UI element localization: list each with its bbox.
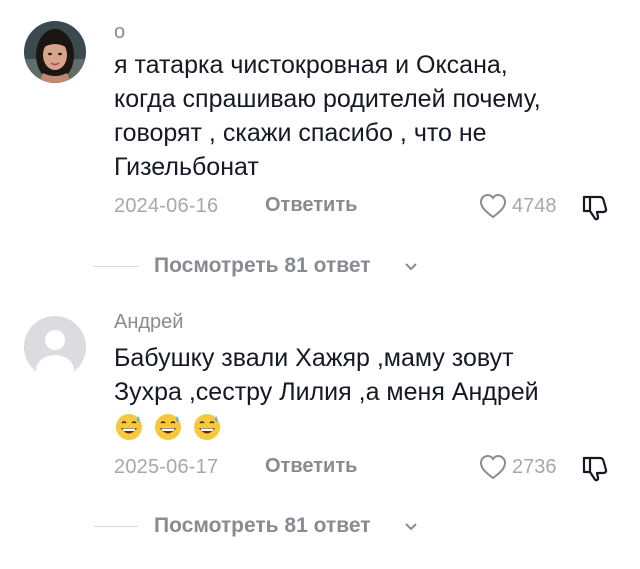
comment-text-line: Бабушку звали Хажяр ,маму зовут	[114, 344, 514, 372]
chevron-down-icon	[405, 263, 417, 271]
reply-button[interactable]: Ответить	[265, 455, 357, 478]
thumbs-down-icon	[582, 195, 608, 221]
comment-text-line: Гизельбонат	[114, 153, 259, 181]
grinning-face-with-sweat-emoji	[193, 414, 220, 441]
comment-text-line: Зухра ,сестру Лилия ,а меня Андрей	[114, 378, 539, 406]
like-count: 2736	[512, 456, 557, 478]
comment-date: 2024-06-16	[114, 195, 219, 217]
dislike-button[interactable]	[580, 192, 610, 222]
divider	[94, 266, 138, 267]
avatar[interactable]	[24, 21, 86, 83]
emoji-row	[114, 409, 614, 443]
like-count: 4748	[512, 195, 557, 217]
comment-text-line: говорят , скажи спасибо , что не	[114, 119, 487, 147]
comment-username[interactable]: Андрей	[114, 310, 183, 334]
comment-text: я татарка чистокровная и Оксана, когда с…	[114, 48, 614, 184]
view-replies-label: Посмотреть 81 ответ	[154, 254, 371, 277]
avatar[interactable]	[24, 316, 86, 378]
comment-item: о я татарка чистокровная и Оксана, когда…	[0, 0, 640, 290]
comment-text: Бабушку звали Хажяр ,маму зовут Зухра ,с…	[114, 341, 614, 443]
view-replies-label: Посмотреть 81 ответ	[154, 514, 371, 537]
comment-date: 2025-06-17	[114, 456, 219, 478]
comment-item: Андрей Бабушку звали Хажяр ,маму зовут З…	[0, 290, 640, 569]
chevron-down-icon	[405, 523, 417, 531]
comment-meta: 2024-06-16 Ответить 4748	[114, 191, 614, 223]
comment-meta: 2025-06-17 Ответить 2736	[114, 452, 614, 484]
reply-button[interactable]: Ответить	[265, 194, 357, 217]
grinning-face-with-sweat-emoji	[116, 414, 142, 441]
view-replies-button[interactable]: Посмотреть 81 ответ	[94, 512, 514, 542]
heart-outline-icon	[479, 193, 507, 219]
comment-username[interactable]: о	[114, 20, 125, 44]
heart-outline-icon	[479, 454, 507, 480]
divider	[94, 526, 138, 527]
grinning-face-with-sweat-emoji	[154, 414, 181, 441]
comment-text-line: я татарка чистокровная и Оксана,	[114, 51, 508, 79]
thumbs-down-icon	[582, 456, 608, 482]
dislike-button[interactable]	[580, 453, 610, 483]
like-button[interactable]: 4748	[478, 191, 568, 221]
view-replies-button[interactable]: Посмотреть 81 ответ	[94, 252, 514, 282]
comment-text-line: когда спрашиваю родителей почему,	[114, 85, 541, 113]
like-button[interactable]: 2736	[478, 452, 568, 482]
